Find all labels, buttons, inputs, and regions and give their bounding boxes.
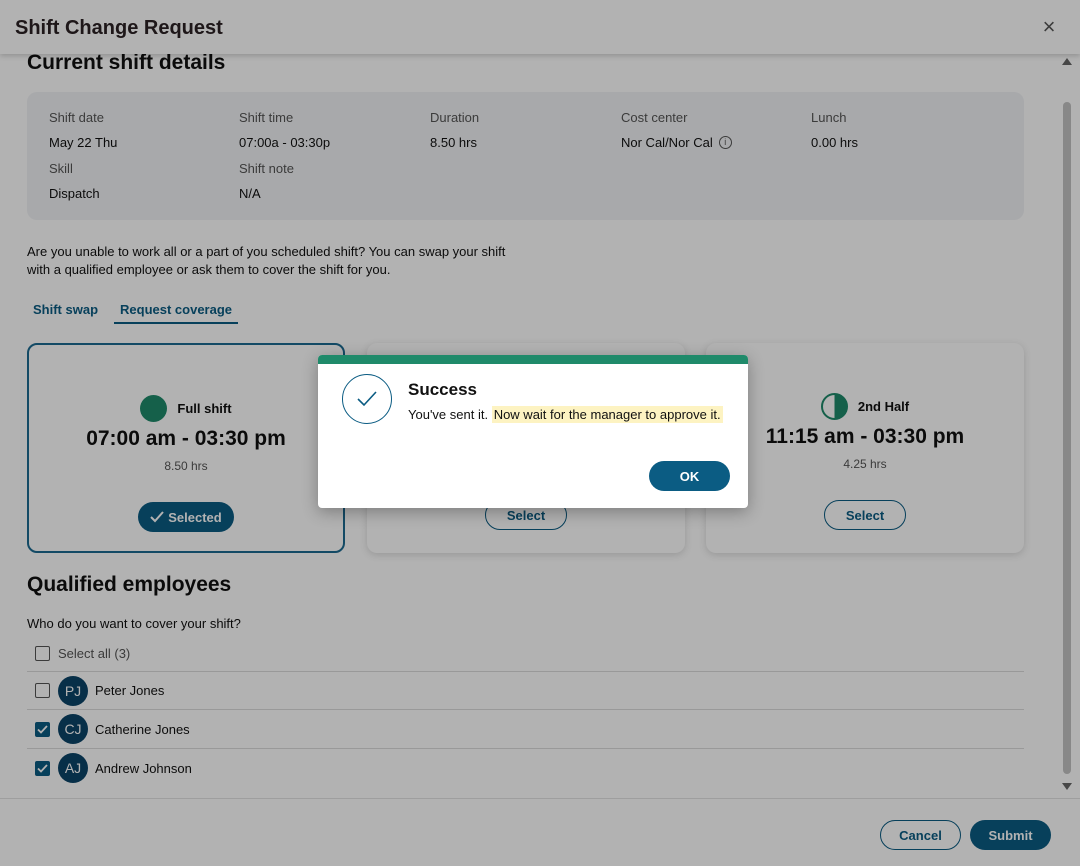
- success-dialog: Success You've sent it. Now wait for the…: [318, 355, 748, 508]
- dialog-message: You've sent it. Now wait for the manager…: [408, 406, 723, 423]
- success-band: [318, 355, 748, 364]
- dialog-message-highlight: Now wait for the manager to approve it.: [491, 406, 723, 423]
- dialog-message-plain: You've sent it.: [408, 407, 489, 422]
- dialog-title: Success: [408, 380, 477, 399]
- ok-button[interactable]: OK: [649, 461, 730, 491]
- success-check-icon: [342, 374, 392, 424]
